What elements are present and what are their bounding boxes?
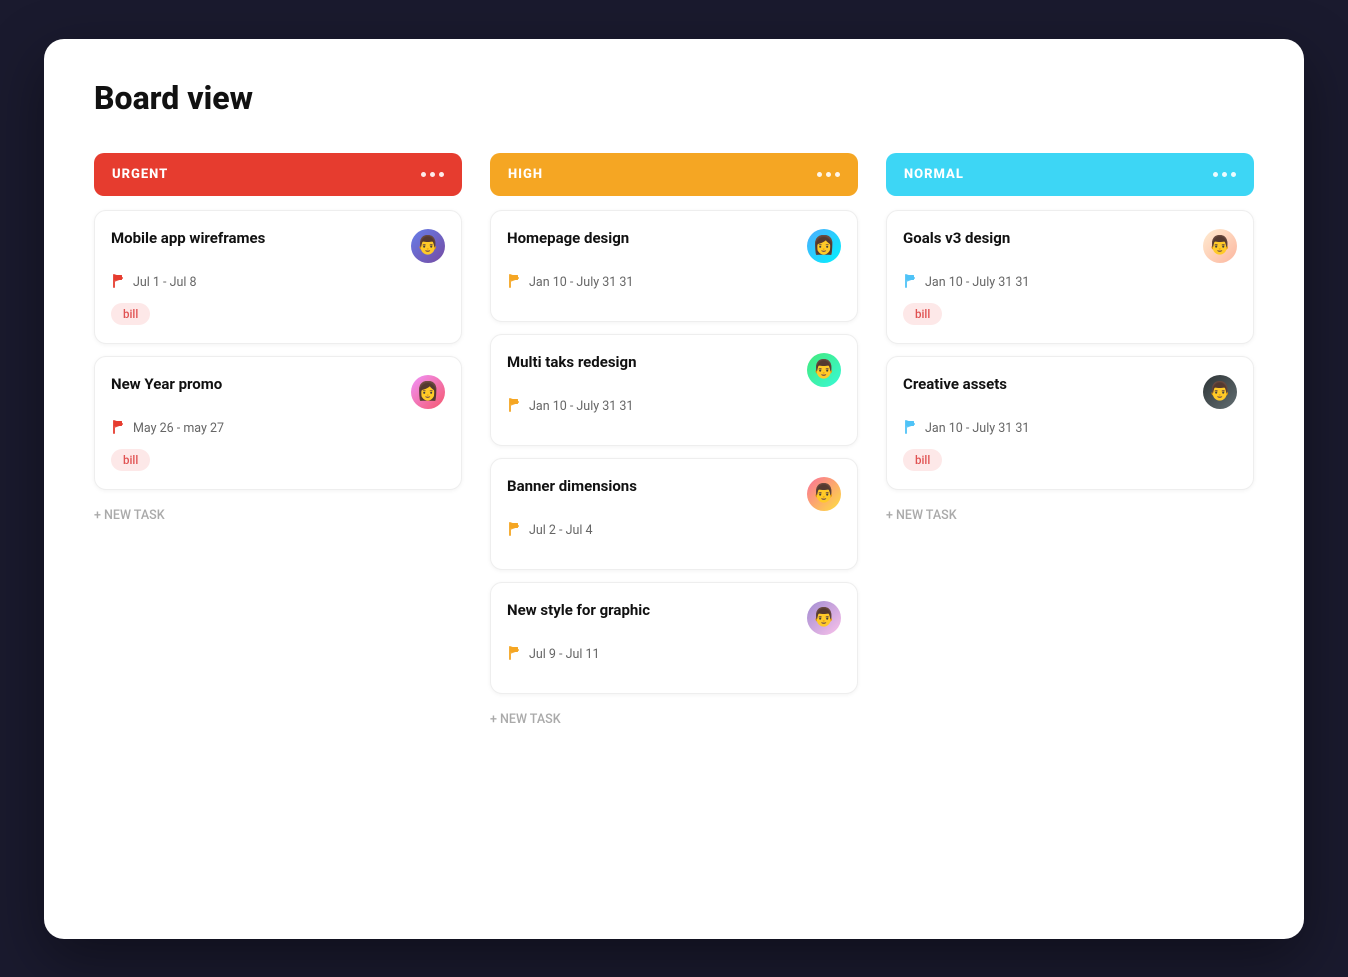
card-header: Goals v3 design 👨 [903,229,1237,263]
column-header-normal: NORMAL [886,153,1254,196]
avatar-face: 👨 [417,237,439,255]
column-urgent: URGENT Mobile app wireframes 👨 Jul 1 - Jul… [94,153,462,527]
card-date: Jul 2 - Jul 4 [529,523,593,538]
avatar-face: 👨 [813,609,835,627]
card-date: Jul 9 - Jul 11 [529,647,600,662]
task-card[interactable]: Banner dimensions 👨 Jul 2 - Jul 4 [490,458,858,570]
dot [1213,172,1218,177]
task-card[interactable]: Mobile app wireframes 👨 Jul 1 - Jul 8 bill [94,210,462,344]
page-title: Board view [94,79,1254,117]
avatar-face: 👨 [1209,237,1231,255]
card-date: Jan 10 - July 31 31 [925,275,1029,290]
avatar: 👨 [807,353,841,387]
card-title: New Year promo [111,375,411,393]
card-date-row: Jul 9 - Jul 11 [507,645,841,665]
card-date-row: Jul 2 - Jul 4 [507,521,841,541]
task-card[interactable]: Homepage design 👩 Jan 10 - July 31 31 [490,210,858,322]
card-header: Creative assets 👨 [903,375,1237,409]
task-card[interactable]: New Year promo 👩 May 26 - may 27 bill [94,356,462,490]
card-date: Jan 10 - July 31 31 [925,421,1029,436]
avatar: 👨 [1203,229,1237,263]
avatar-face: 👨 [1209,383,1231,401]
card-header: New style for graphic 👨 [507,601,841,635]
cards-list-urgent: Mobile app wireframes 👨 Jul 1 - Jul 8 bill… [94,210,462,490]
new-task-button-high[interactable]: + NEW TASK [490,708,858,731]
avatar-face: 👨 [813,361,835,379]
app-container: Board view URGENT Mobile app wireframes 👨 … [44,39,1304,939]
card-header: Mobile app wireframes 👨 [111,229,445,263]
new-task-button-normal[interactable]: + NEW TASK [886,504,1254,527]
flag-icon [507,645,523,665]
avatar-face: 👩 [813,237,835,255]
card-date-row: Jan 10 - July 31 31 [507,273,841,293]
task-card[interactable]: New style for graphic 👨 Jul 9 - Jul 11 [490,582,858,694]
flag-icon [903,419,919,439]
card-title: Goals v3 design [903,229,1203,247]
card-title: Banner dimensions [507,477,807,495]
avatar: 👨 [807,477,841,511]
dot [430,172,435,177]
card-title: Mobile app wireframes [111,229,411,247]
card-date-row: Jul 1 - Jul 8 [111,273,445,293]
card-header: Multi taks redesign 👨 [507,353,841,387]
column-high: HIGH Homepage design 👩 Jan 10 - July 31 31… [490,153,858,731]
column-normal: NORMAL Goals v3 design 👨 Jan 10 - July 31 … [886,153,1254,527]
cards-list-normal: Goals v3 design 👨 Jan 10 - July 31 31 bill… [886,210,1254,490]
column-menu-urgent[interactable] [421,172,444,177]
card-header: New Year promo 👩 [111,375,445,409]
dot [421,172,426,177]
cards-list-high: Homepage design👩 Jan 10 - July 31 31Mult… [490,210,858,694]
dot [439,172,444,177]
flag-icon [507,273,523,293]
task-card[interactable]: Goals v3 design 👨 Jan 10 - July 31 31 bill [886,210,1254,344]
card-date-row: Jan 10 - July 31 31 [507,397,841,417]
column-menu-high[interactable] [817,172,840,177]
card-date-row: May 26 - may 27 [111,419,445,439]
dot [1222,172,1227,177]
avatar: 👨 [1203,375,1237,409]
card-tag[interactable]: bill [111,303,150,325]
task-card[interactable]: Multi taks redesign 👨 Jan 10 - July 31 31 [490,334,858,446]
column-label-high: HIGH [508,167,543,182]
new-task-button-urgent[interactable]: + NEW TASK [94,504,462,527]
avatar: 👨 [411,229,445,263]
flag-icon [111,419,127,439]
flag-icon [507,397,523,417]
card-date: Jan 10 - July 31 31 [529,275,633,290]
dot [1231,172,1236,177]
card-title: Homepage design [507,229,807,247]
column-header-high: HIGH [490,153,858,196]
avatar: 👨 [807,601,841,635]
card-header: Homepage design 👩 [507,229,841,263]
card-title: Creative assets [903,375,1203,393]
card-tag[interactable]: bill [903,303,942,325]
card-date-row: Jan 10 - July 31 31 [903,419,1237,439]
avatar: 👩 [411,375,445,409]
flag-icon [903,273,919,293]
card-tag[interactable]: bill [903,449,942,471]
card-title: New style for graphic [507,601,807,619]
avatar-face: 👨 [813,485,835,503]
avatar-face: 👩 [417,383,439,401]
card-date: Jan 10 - July 31 31 [529,399,633,414]
board: URGENT Mobile app wireframes 👨 Jul 1 - Jul… [94,153,1254,731]
dot [835,172,840,177]
flag-icon [111,273,127,293]
flag-icon [507,521,523,541]
column-menu-normal[interactable] [1213,172,1236,177]
column-label-urgent: URGENT [112,167,168,182]
card-tag[interactable]: bill [111,449,150,471]
dot [826,172,831,177]
card-date: Jul 1 - Jul 8 [133,275,197,290]
card-header: Banner dimensions 👨 [507,477,841,511]
card-title: Multi taks redesign [507,353,807,371]
dot [817,172,822,177]
avatar: 👩 [807,229,841,263]
task-card[interactable]: Creative assets 👨 Jan 10 - July 31 31 bill [886,356,1254,490]
card-date-row: Jan 10 - July 31 31 [903,273,1237,293]
column-label-normal: NORMAL [904,167,964,182]
card-date: May 26 - may 27 [133,421,224,436]
column-header-urgent: URGENT [94,153,462,196]
